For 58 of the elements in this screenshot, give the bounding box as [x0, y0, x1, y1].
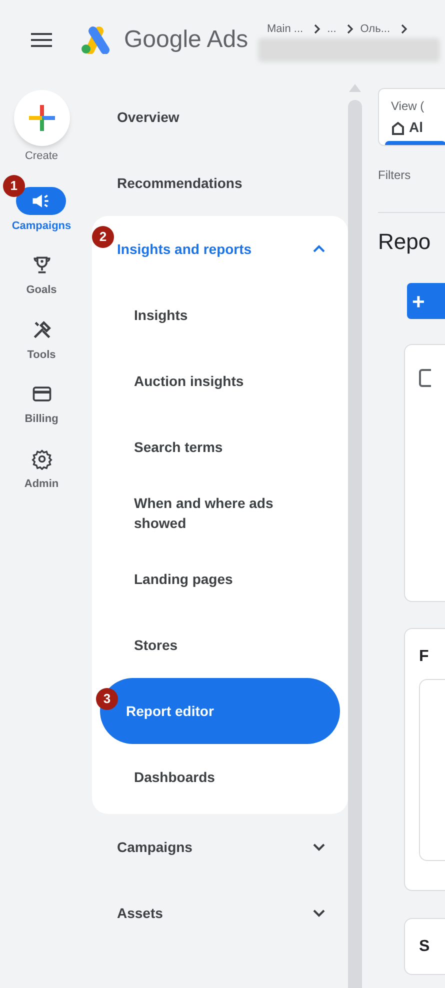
- nav-item[interactable]: Stores: [100, 612, 340, 678]
- nav-rail-label: Goals: [26, 283, 57, 298]
- nav-rail-label: Admin: [24, 476, 59, 492]
- scrollbar-thumb[interactable]: [348, 100, 362, 988]
- nav-item[interactable]: Campaigns: [92, 814, 348, 880]
- chevron-right-icon: [346, 24, 354, 34]
- step-badge: 2: [92, 226, 114, 248]
- nav-item[interactable]: Auction insights: [100, 348, 340, 414]
- nav-rail-label: Campaigns: [12, 218, 72, 234]
- view-value: Al: [409, 118, 423, 137]
- breadcrumb-item[interactable]: Main ...: [267, 21, 304, 38]
- page-heading: Repo: [378, 228, 432, 256]
- nav-item[interactable]: Overview: [92, 84, 348, 150]
- gear-icon: [30, 448, 52, 470]
- nav-item-label: Auction insights: [133, 372, 245, 391]
- home-icon: [391, 120, 405, 134]
- step-badge: 3: [96, 688, 118, 710]
- card-title: F: [419, 647, 430, 667]
- nav-item[interactable]: Landing pages: [100, 546, 340, 612]
- create-button[interactable]: [14, 90, 70, 146]
- nav-item-label: Recommendations: [116, 174, 244, 193]
- nav-item-label: Campaigns: [116, 838, 194, 857]
- nav-item-label: Insights and reports: [116, 240, 253, 259]
- nav-item-label: Landing pages: [133, 570, 234, 589]
- nav-rail-label: Billing: [24, 412, 58, 427]
- app-name: Google Ads: [124, 25, 248, 55]
- nav-item-label: When and where ads showed: [133, 494, 274, 533]
- nav-item[interactable]: Insights and reports 2: [92, 216, 348, 282]
- nav-item-label: Insights: [133, 306, 189, 325]
- nav-item[interactable]: Assets: [92, 880, 348, 946]
- nav-item[interactable]: Search terms: [100, 414, 340, 480]
- nav-rail-label: Tools: [27, 348, 56, 362]
- plus-icon: [28, 105, 54, 131]
- nav-item[interactable]: Insights: [100, 282, 340, 348]
- nav-item-label: Stores: [133, 636, 179, 655]
- nav-item-label: Overview: [116, 108, 180, 127]
- nav-item[interactable]: Recommendations: [92, 150, 348, 216]
- step-badge: 1: [2, 174, 25, 196]
- logo-icon: [79, 26, 111, 54]
- breadcrumb-item[interactable]: ...: [327, 21, 336, 38]
- view-label: View (: [391, 98, 426, 115]
- chevron-right-icon: [313, 24, 322, 34]
- nav-item-label: Assets: [116, 904, 164, 923]
- nav-rail-item[interactable]: [16, 186, 66, 214]
- nav-item[interactable]: When and where ads showed: [100, 480, 340, 546]
- nav-item-label: Search terms: [133, 438, 224, 457]
- chevron-right-icon: [400, 24, 408, 34]
- nav-item-label: Report editor: [125, 702, 215, 721]
- add-button[interactable]: +: [407, 283, 445, 319]
- breadcrumb-item[interactable]: Оль...: [360, 21, 390, 38]
- filters-label[interactable]: Filters: [378, 166, 445, 184]
- menu-icon[interactable]: [31, 32, 52, 48]
- nav-item-label: Dashboards: [133, 768, 216, 787]
- nav-item[interactable]: Dashboards: [100, 744, 340, 810]
- view-tab[interactable]: View ( Al: [378, 88, 445, 146]
- document-icon: [419, 369, 431, 387]
- create-label: Create: [24, 149, 58, 164]
- card-title: S: [419, 937, 431, 957]
